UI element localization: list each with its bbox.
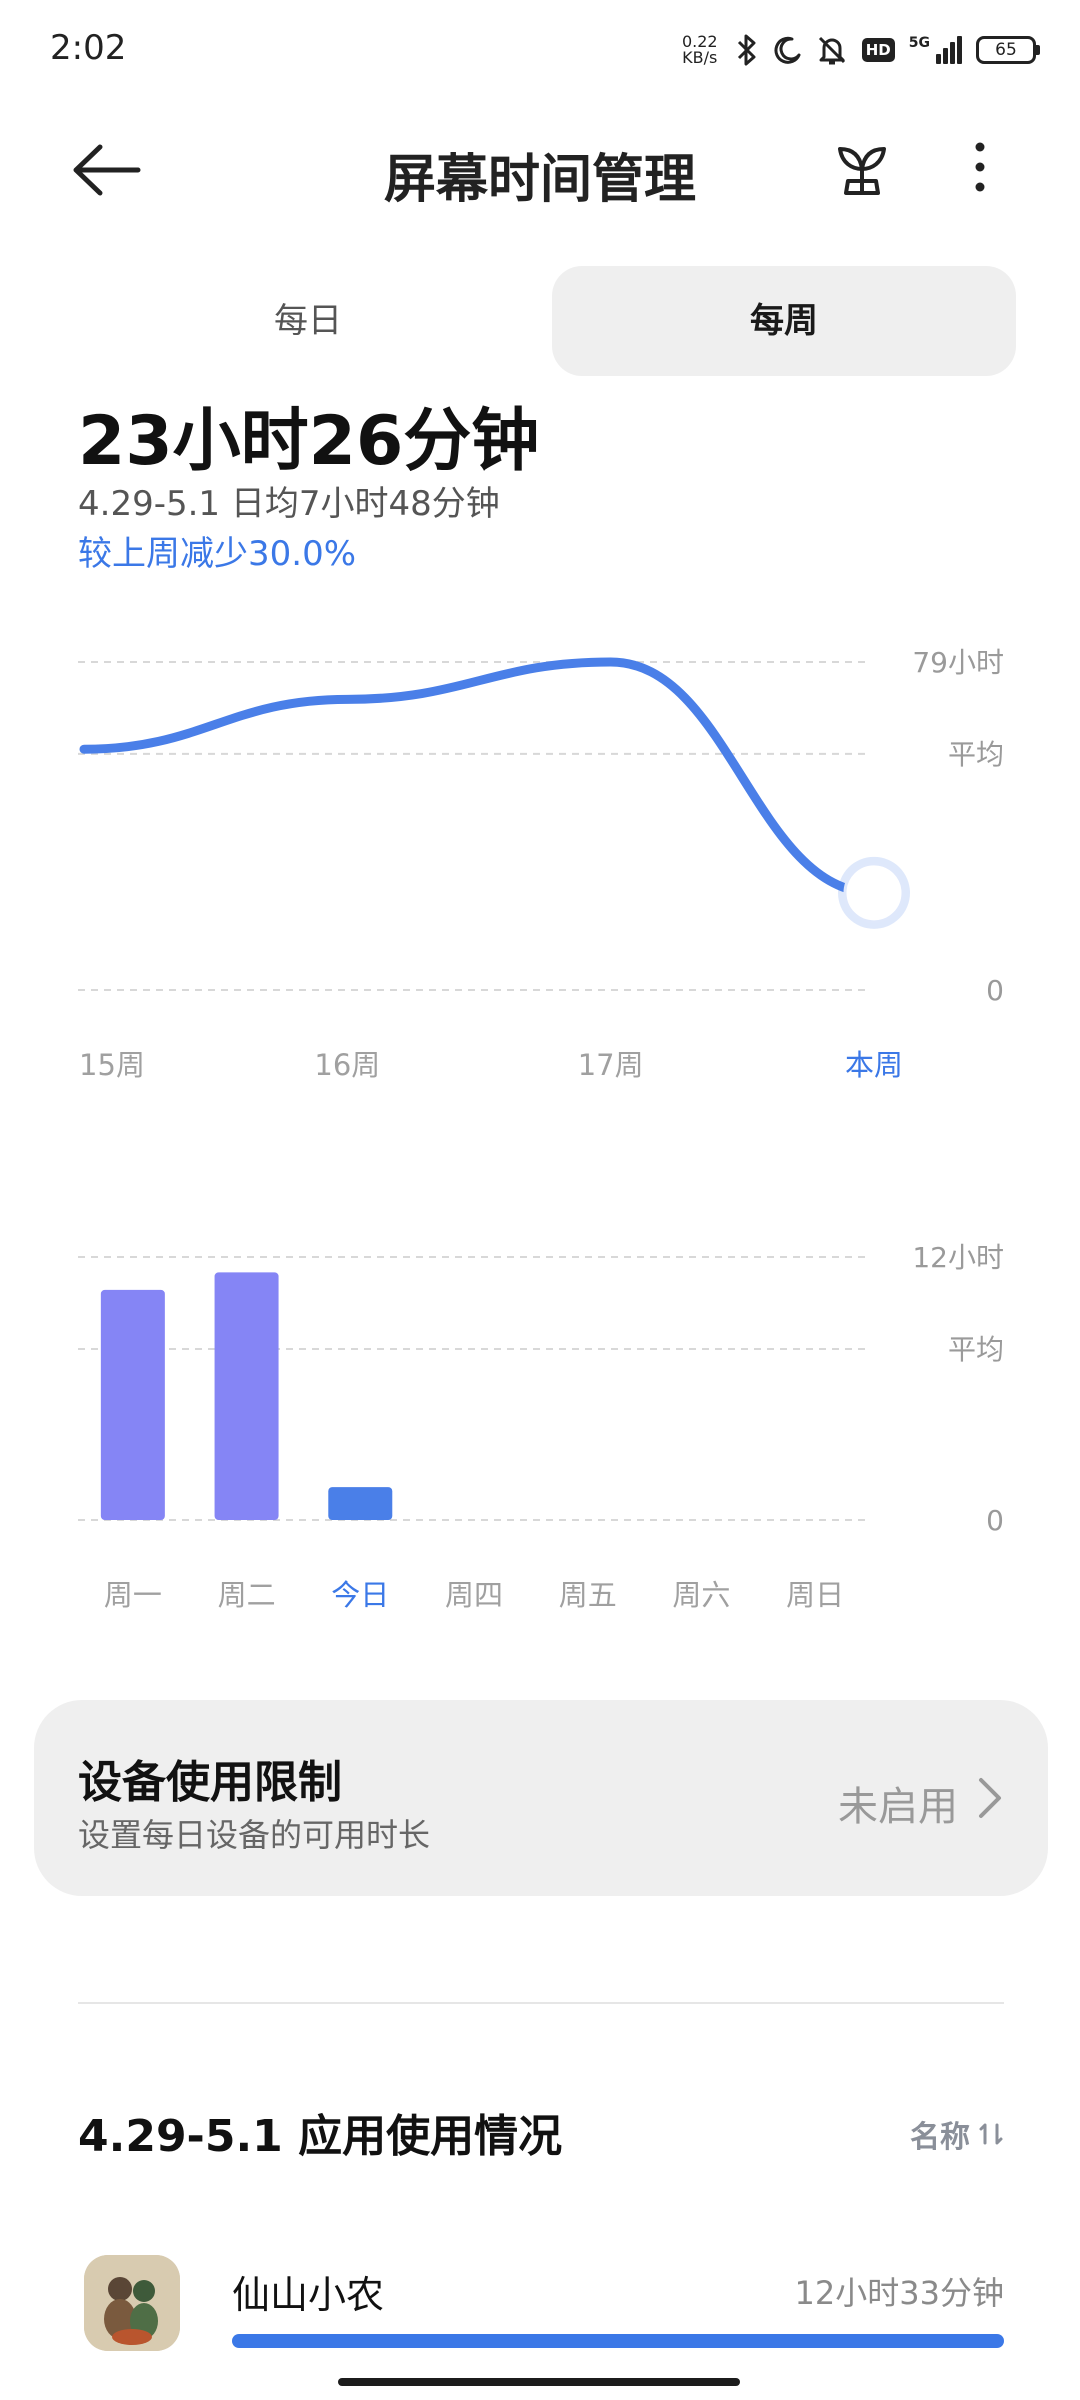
bar-chart-y-label: 平均 (948, 1333, 1004, 1366)
device-limit-description: 设置每日设备的可用时长 (78, 1816, 431, 1854)
tab-daily[interactable]: 每日 (78, 266, 538, 376)
section-divider (78, 2002, 1004, 2004)
period-tabs: 每日 每周 (78, 266, 1016, 376)
bar-chart-x-label: 今日 (331, 1578, 389, 1612)
bar-chart-x-label: 周五 (559, 1578, 617, 1612)
app-bar: 屏幕时间管理 (0, 115, 1080, 225)
app-usage-time: 12小时33分钟 (794, 2274, 1004, 2312)
battery-icon: 65 (976, 36, 1040, 64)
bar-chart-x-label: 周一 (104, 1578, 162, 1612)
app-icon-xianshanxiaonong (84, 2255, 180, 2351)
device-limit-status: 未启用 (838, 1784, 958, 1830)
bar-chart-y-label: 12小时 (912, 1241, 1004, 1274)
more-options-icon[interactable] (962, 135, 998, 199)
sort-label: 名称 (910, 2120, 970, 2155)
page-title: 屏幕时间管理 (383, 150, 696, 210)
bar-chart-bar (328, 1487, 393, 1520)
bar-chart-y-label: 0 (986, 1504, 1004, 1537)
device-limit-title: 设备使用限制 (78, 1757, 342, 1808)
usage-charts: 79小时平均015周 16周 17周 本周12小时平均0周一 周二 今日 周四 周五 周六 周日 (78, 646, 1004, 1612)
weekly-total-time: 23小时26分钟 (78, 402, 540, 481)
bluetooth-icon (737, 34, 756, 66)
line-chart-x-label: 16周 (314, 1048, 380, 1082)
tab-weekly[interactable]: 每周 (552, 266, 1016, 376)
sort-icon (979, 2123, 1003, 2145)
status-icons: 0.22 KB/s HD 5G 65 (678, 26, 1040, 74)
daily-average: 4.29-5.1 日均7小时48分钟 (78, 484, 500, 524)
sort-button[interactable]: 名称 (910, 2112, 1004, 2156)
line-chart-y-label: 平均 (948, 738, 1004, 771)
home-indicator[interactable] (338, 2378, 740, 2386)
bar-chart-x-label: 周四 (445, 1578, 503, 1612)
line-chart-y-label: 79小时 (912, 646, 1004, 679)
bar-chart-x-label: 周日 (786, 1578, 844, 1612)
status-time: 2:02 (50, 28, 127, 68)
line-chart-series (79, 657, 879, 898)
line-chart-y-label: 0 (986, 974, 1004, 1007)
network-speed-unit: KB/s (682, 48, 718, 67)
app-usage-bar (232, 2334, 1004, 2348)
moon-icon (774, 36, 801, 64)
bar-chart-x-label: 周六 (672, 1578, 730, 1612)
signal-type-label: 5G (908, 35, 930, 51)
line-chart-x-label: 15周 (79, 1048, 145, 1082)
chevron-right-icon (979, 1778, 1001, 1818)
hd-badge: HD (861, 38, 895, 62)
sprout-icon[interactable] (830, 135, 894, 199)
battery-level: 65 (976, 36, 1036, 64)
app-usage-title: 4.29-5.1 应用使用情况 (78, 2111, 563, 2162)
bell-off-icon (818, 36, 845, 65)
line-chart-point-selected (843, 862, 905, 924)
cellular-signal-icon: 5G (909, 36, 962, 64)
app-name: 仙山小农 (232, 2273, 385, 2317)
device-limit-card[interactable]: 设备使用限制 设置每日设备的可用时长 未启用 (34, 1700, 1048, 1896)
status-bar: 2:02 0.22 KB/s HD 5G 65 (0, 0, 1080, 100)
bar-chart-bar (214, 1272, 279, 1520)
bar-chart-bar (100, 1289, 165, 1520)
bar-chart-x-label: 周二 (218, 1578, 276, 1612)
week-comparison: 较上周减少30.0% (78, 534, 357, 574)
line-chart-x-label: 17周 (578, 1048, 644, 1082)
line-chart-x-label: 本周 (845, 1048, 903, 1082)
network-speed: 0.22 KB/s (678, 34, 722, 66)
app-list-item[interactable]: 仙山小农 12小时33分钟 (0, 2250, 1080, 2370)
